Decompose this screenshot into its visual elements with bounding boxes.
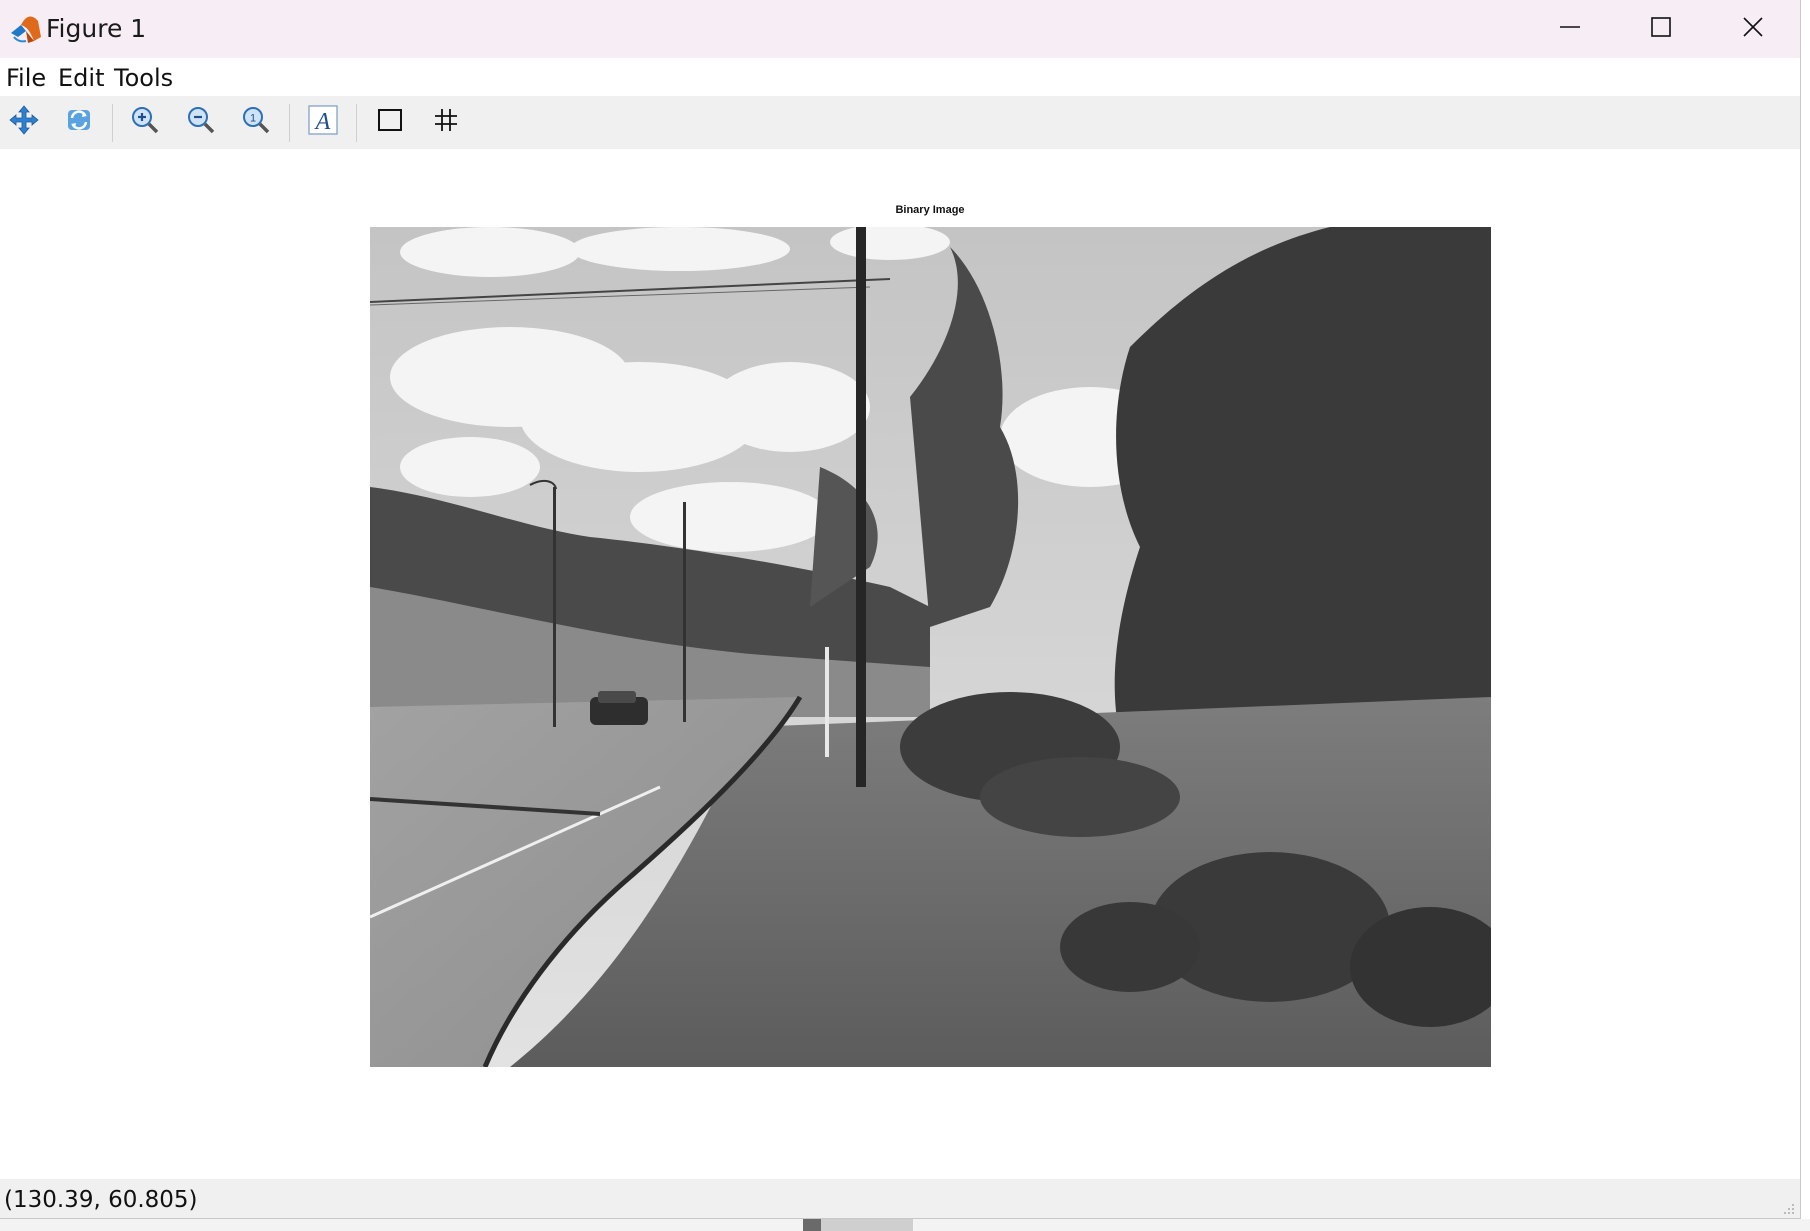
title-bar[interactable]: Figure 1 (0, 0, 1800, 58)
insert-text-icon: A (307, 104, 339, 141)
minimize-icon (1558, 15, 1582, 44)
pointer-coordinates: (130.39, 60.805) (4, 1187, 198, 1213)
menu-file[interactable]: File (6, 64, 46, 92)
maximize-icon (1649, 15, 1673, 44)
pan-button[interactable] (4, 102, 44, 142)
svg-text:1: 1 (250, 112, 256, 124)
utility-pole (856, 227, 866, 787)
zoom-out-icon (185, 104, 217, 141)
toggle-axes-box-button[interactable] (370, 102, 410, 142)
toolbar-separator (356, 104, 357, 142)
axes-title: Binary Image (895, 204, 965, 216)
resize-grip-icon[interactable] (1782, 1202, 1796, 1216)
figure-window: Figure 1 File Edit Tools 1 A Binary Imag… (0, 0, 1801, 1219)
zoom-in-icon (129, 104, 161, 141)
status-bar: (130.39, 60.805) (0, 1179, 1800, 1218)
pan-icon (8, 104, 40, 141)
menu-bar: File Edit Tools (0, 58, 1800, 96)
toolbar-separator (289, 104, 290, 142)
rotate-icon (63, 104, 95, 141)
matlab-logo-icon (8, 11, 44, 47)
image-display[interactable] (370, 227, 1491, 1067)
close-button[interactable] (1709, 4, 1797, 54)
window-title: Figure 1 (46, 14, 147, 43)
toggle-axes-box-icon (376, 106, 404, 139)
figure-canvas[interactable]: Binary Image (0, 149, 1800, 1179)
svg-text:A: A (314, 109, 331, 135)
scroll-thumb-handle[interactable] (803, 1219, 821, 1231)
zoom-out-button[interactable] (181, 102, 221, 142)
minimize-button[interactable] (1526, 4, 1614, 54)
reset-zoom-icon: 1 (240, 104, 272, 141)
insert-text-button[interactable]: A (303, 102, 343, 142)
menu-tools[interactable]: Tools (114, 64, 173, 92)
toggle-grid-icon (432, 106, 460, 139)
zoom-in-button[interactable] (125, 102, 165, 142)
toolbar-separator (112, 104, 113, 142)
toggle-grid-button[interactable] (426, 102, 466, 142)
maximize-button[interactable] (1617, 4, 1705, 54)
close-icon (1741, 15, 1765, 44)
figure-toolbar: 1 A (0, 96, 1800, 149)
menu-edit[interactable]: Edit (58, 64, 104, 92)
reset-zoom-button[interactable]: 1 (236, 102, 276, 142)
rotate-button[interactable] (59, 102, 99, 142)
